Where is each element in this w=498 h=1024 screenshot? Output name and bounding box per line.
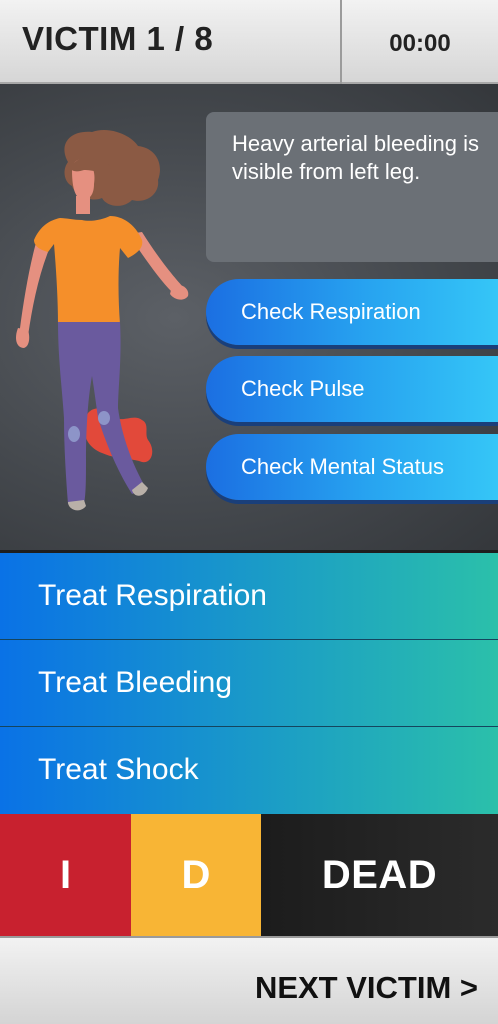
next-victim-button[interactable]: NEXT VICTIM > bbox=[255, 970, 478, 1006]
right-hand bbox=[170, 284, 189, 300]
check-pulse-button[interactable]: Check Pulse bbox=[206, 356, 498, 422]
triage-dead-button[interactable]: DEAD bbox=[261, 814, 498, 936]
triage-game-screen: VICTIM 1 / 8 00:00 Heavy arterial bleedi… bbox=[0, 0, 498, 1024]
victim-scene: Heavy arterial bleeding is visible from … bbox=[0, 84, 498, 552]
timer: 00:00 bbox=[389, 30, 451, 57]
neck bbox=[76, 196, 90, 214]
status-description-box: Heavy arterial bleeding is visible from … bbox=[206, 112, 498, 262]
victim-illustration bbox=[16, 129, 189, 511]
treat-respiration-button[interactable]: Treat Respiration bbox=[0, 553, 498, 639]
left-arm bbox=[19, 236, 48, 339]
triage-immediate-button[interactable]: I bbox=[0, 814, 131, 936]
status-description: Heavy arterial bleeding is visible from … bbox=[232, 131, 480, 184]
knee-patch bbox=[98, 411, 110, 425]
bottom-bar: NEXT VICTIM > bbox=[0, 936, 498, 1024]
treat-bleeding-button[interactable]: Treat Bleeding bbox=[0, 640, 498, 726]
victim-counter: VICTIM 1 / 8 bbox=[22, 20, 214, 57]
check-mental-status-button[interactable]: Check Mental Status bbox=[206, 434, 498, 500]
knee-patch bbox=[68, 426, 80, 442]
triage-delayed-button[interactable]: D bbox=[131, 814, 261, 936]
orange-shirt bbox=[34, 216, 143, 324]
top-bar: VICTIM 1 / 8 00:00 bbox=[0, 0, 498, 84]
check-respiration-button[interactable]: Check Respiration bbox=[206, 279, 498, 345]
treat-shock-button[interactable]: Treat Shock bbox=[0, 727, 498, 814]
left-hand bbox=[16, 328, 30, 348]
